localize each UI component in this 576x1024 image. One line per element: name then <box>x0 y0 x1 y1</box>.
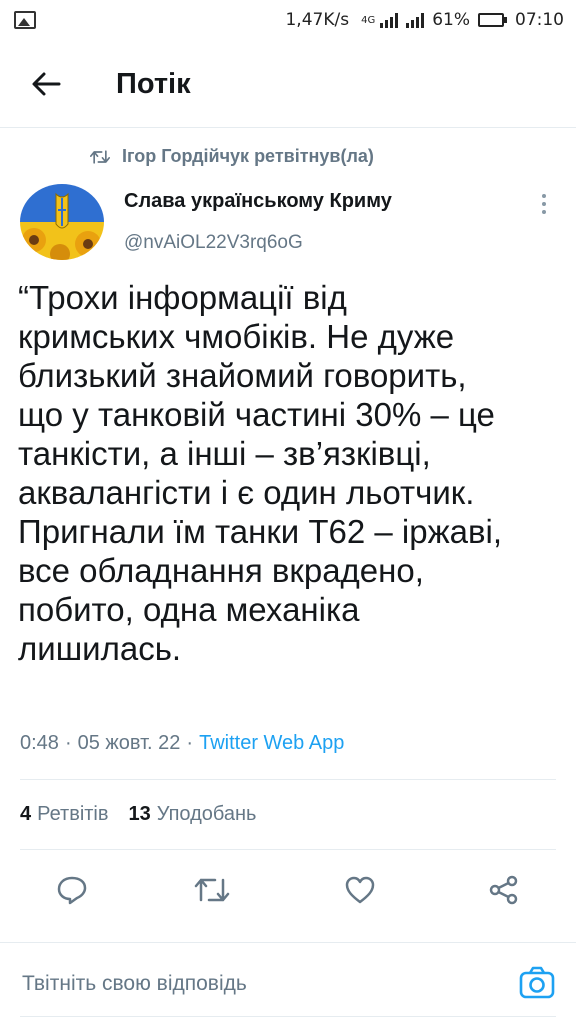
likes-label[interactable]: Уподобань <box>157 803 257 826</box>
image-notification-icon <box>14 11 36 29</box>
avatar[interactable] <box>20 184 104 260</box>
camera-icon <box>519 966 555 999</box>
net-speed: 1,47K/s <box>285 10 350 30</box>
tweet-meta: 0:48 · 05 жовт. 22 · Twitter Web App <box>20 732 345 755</box>
retweet-button[interactable] <box>192 870 232 910</box>
reply-input[interactable]: Твітніть свою відповідь <box>22 972 247 996</box>
network-type: 4G <box>361 14 376 26</box>
divider <box>20 779 556 780</box>
clock: 07:10 <box>515 10 564 30</box>
retweet-context-text: Ігор Гордійчук ретвітнув(ла) <box>122 146 374 166</box>
more-vertical-icon <box>542 194 546 198</box>
like-button[interactable] <box>340 870 380 910</box>
reply-button[interactable] <box>52 870 92 910</box>
likes-count[interactable]: 13 <box>129 803 151 826</box>
signal-icon-2 <box>406 12 425 28</box>
tweet-date: 05 жовт. 22 <box>77 732 181 754</box>
divider <box>0 942 576 943</box>
back-button[interactable] <box>14 52 78 116</box>
signal-icon <box>380 12 399 28</box>
divider <box>0 127 576 128</box>
retweets-label[interactable]: Ретвітів <box>37 803 108 826</box>
divider <box>20 849 556 850</box>
retweet-icon <box>194 878 230 902</box>
reply-underline <box>20 1016 556 1017</box>
share-icon <box>489 875 518 905</box>
retweets-count[interactable]: 4 <box>20 803 31 826</box>
status-bar: 1,47K/s 4G 61% 07:10 <box>0 0 576 40</box>
author-name[interactable]: Слава українському Криму <box>124 190 392 213</box>
retweet-icon <box>90 149 110 164</box>
reply-icon <box>57 876 87 905</box>
tweet-stats: 4 Ретвітів 13 Уподобань <box>20 803 276 826</box>
tweet-action-bar <box>0 862 576 918</box>
battery-icon <box>478 13 507 27</box>
top-bar: Потік <box>0 44 576 124</box>
tweet-time: 0:48 <box>20 732 59 754</box>
battery-percent: 61% <box>432 10 470 30</box>
tweet-text: “Трохи інформації від кримських чмобіків… <box>18 279 503 667</box>
page-title: Потік <box>116 67 191 100</box>
arrow-left-icon <box>32 72 61 96</box>
author-handle[interactable]: @nvAiOL22V3rq6oG <box>124 232 303 254</box>
tweet-source-link[interactable]: Twitter Web App <box>199 732 344 755</box>
more-options-button[interactable] <box>530 188 558 220</box>
heart-icon <box>345 876 375 904</box>
share-button[interactable] <box>484 870 524 910</box>
retweet-context[interactable]: Ігор Гордійчук ретвітнув(ла) <box>90 146 374 167</box>
camera-button[interactable] <box>518 964 556 1002</box>
